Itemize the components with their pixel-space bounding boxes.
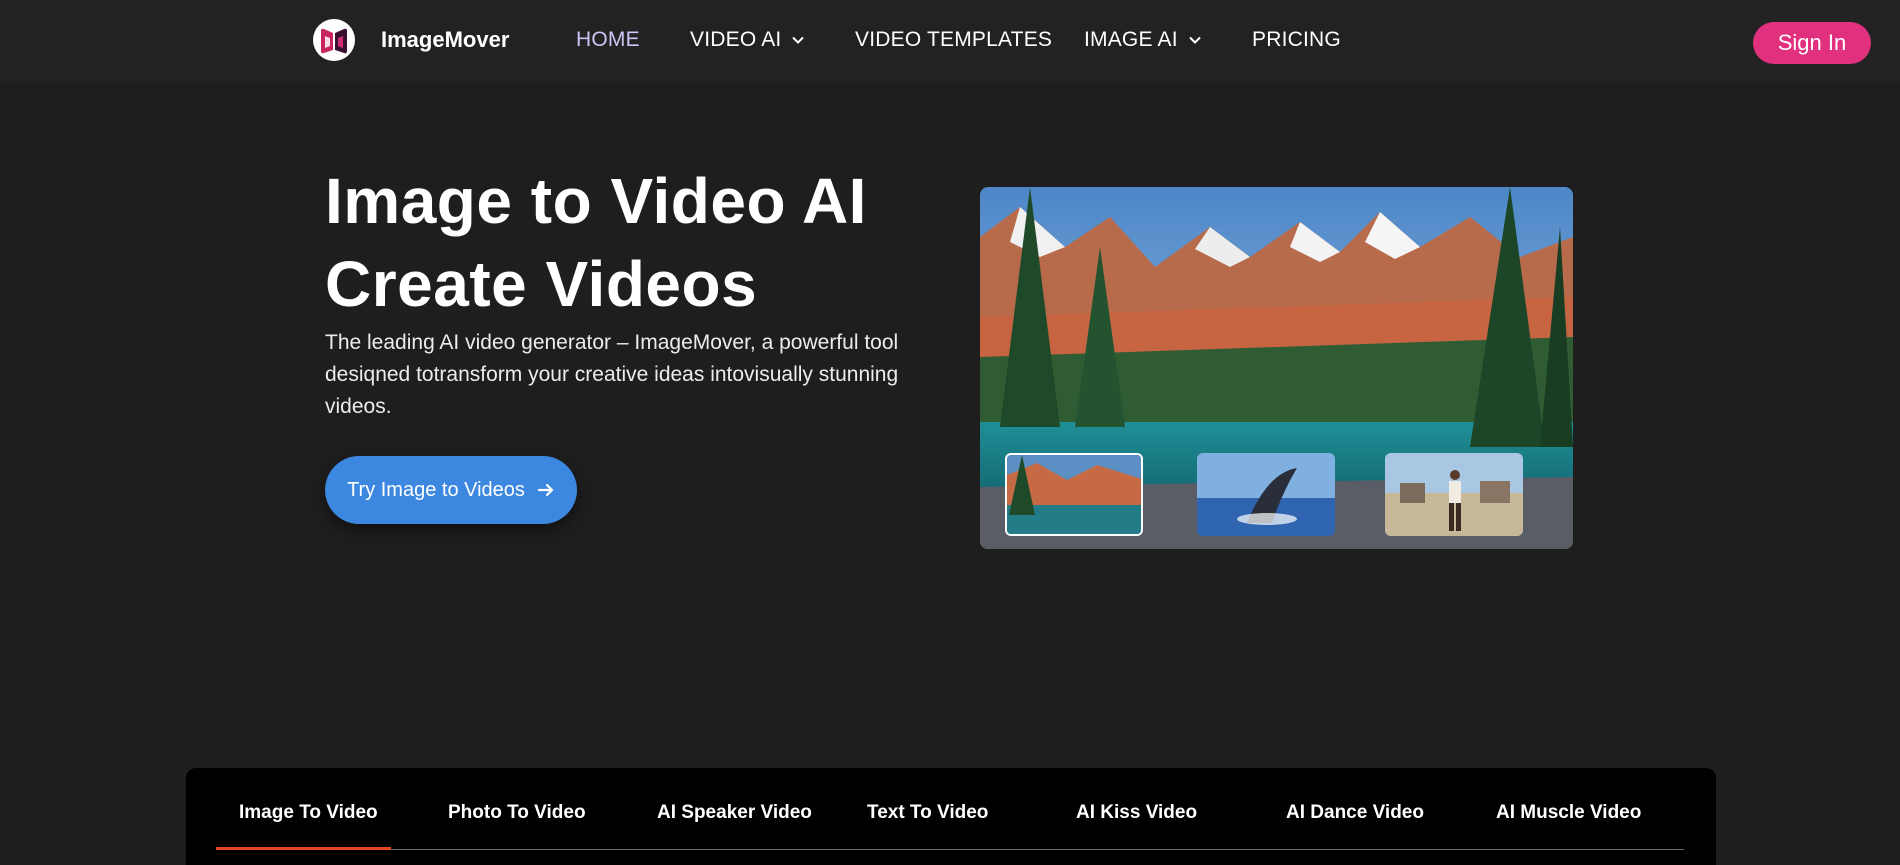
- nav-video-ai-link[interactable]: VIDEO AI: [690, 28, 805, 52]
- nav-video-templates-link[interactable]: VIDEO TEMPLATES: [855, 28, 1052, 52]
- tabs-divider: [216, 849, 1684, 850]
- active-tab-indicator: [216, 847, 391, 850]
- nav-video-templates-label: VIDEO TEMPLATES: [855, 28, 1053, 51]
- thumbnail-landscape[interactable]: [1005, 453, 1143, 536]
- tab-text-to-video[interactable]: Text To Video: [867, 802, 988, 824]
- nav-pricing-link[interactable]: PRICING: [1252, 28, 1341, 52]
- nav-pricing-label: PRICING: [1252, 28, 1341, 51]
- thumbnail-whale[interactable]: [1197, 453, 1335, 536]
- top-navbar: ImageMover HOME VIDEO AI VIDEO TEMPLATES…: [0, 0, 1900, 82]
- imagemover-logo-icon[interactable]: [313, 19, 355, 61]
- sign-in-button[interactable]: Sign In: [1753, 22, 1871, 64]
- hero-title-line-1: Image to Video AI: [325, 165, 867, 237]
- hero-title: Image to Video AI Create Videos: [325, 160, 867, 326]
- hero-description: The leading AI video generator – ImageMo…: [325, 331, 899, 418]
- nav-image-ai-label: IMAGE AI: [1084, 28, 1178, 51]
- nav-home-label: HOME: [576, 28, 640, 51]
- hero-title-line-2: Create Videos: [325, 248, 758, 320]
- brand-name[interactable]: ImageMover: [381, 27, 509, 53]
- tab-ai-dance-video[interactable]: AI Dance Video: [1286, 802, 1424, 824]
- nav-video-ai-label: VIDEO AI: [690, 28, 782, 51]
- thumbnail-person[interactable]: [1385, 453, 1523, 536]
- tab-photo-to-video[interactable]: Photo To Video: [448, 802, 586, 824]
- nav-home-link[interactable]: HOME: [576, 28, 640, 52]
- chevron-down-icon: [1189, 36, 1201, 44]
- cta-label: Try Image to Videos: [347, 478, 525, 501]
- tab-ai-muscle-video[interactable]: AI Muscle Video: [1496, 802, 1641, 824]
- tab-ai-speaker-video[interactable]: AI Speaker Video: [657, 802, 812, 824]
- hero-landscape-image: [980, 187, 1573, 549]
- nav-image-ai-link[interactable]: IMAGE AI: [1084, 28, 1202, 52]
- tab-image-to-video[interactable]: Image To Video: [239, 802, 378, 824]
- chevron-down-icon: [792, 36, 805, 44]
- tab-ai-kiss-video[interactable]: AI Kiss Video: [1076, 802, 1197, 824]
- arrow-right-icon: [537, 483, 554, 497]
- try-image-to-videos-button[interactable]: Try Image to Videos: [325, 456, 577, 524]
